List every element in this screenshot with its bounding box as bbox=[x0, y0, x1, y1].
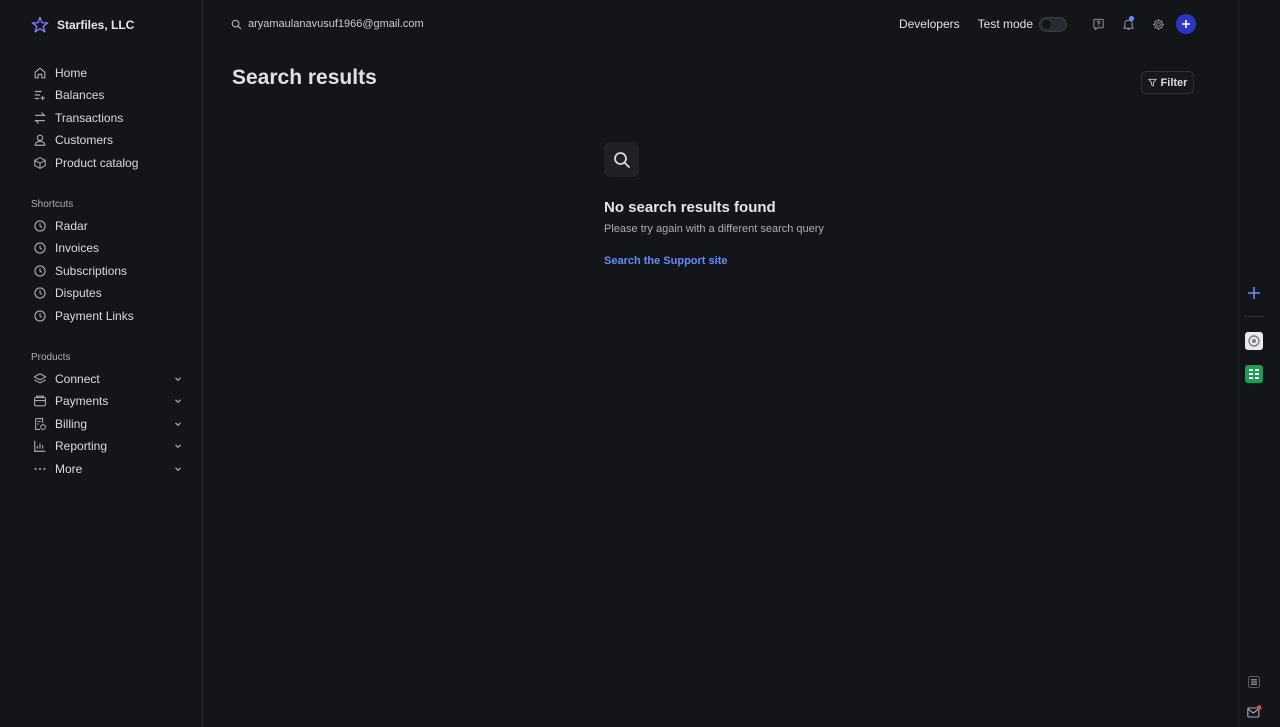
chevron-down-icon bbox=[175, 444, 181, 449]
page-title: Search results bbox=[232, 66, 377, 89]
sidebar-item-label: Invoices bbox=[55, 241, 100, 255]
shortcuts-heading: Shortcuts bbox=[31, 199, 74, 210]
chevron-down-icon bbox=[175, 422, 181, 427]
sidebar-item-label: Balances bbox=[55, 88, 105, 102]
empty-state-title: No search results found bbox=[604, 199, 776, 216]
sidebar-item-label: Product catalog bbox=[55, 156, 139, 170]
sidebar-item-balances[interactable]: Balances bbox=[33, 85, 188, 105]
sidebar-item-disputes[interactable]: Disputes bbox=[33, 283, 188, 303]
account-switcher[interactable]: Starfiles, LLC bbox=[31, 15, 134, 35]
notifications-button[interactable] bbox=[1113, 12, 1143, 36]
app-gear-icon bbox=[1248, 335, 1260, 347]
sidebar-item-reporting[interactable]: Reporting bbox=[33, 436, 188, 456]
test-mode-toggle[interactable] bbox=[1039, 16, 1067, 32]
products-heading: Products bbox=[31, 352, 71, 363]
layers-icon bbox=[33, 372, 47, 386]
sidebar-item-label: Radar bbox=[55, 219, 88, 233]
empty-state-search-icon bbox=[604, 142, 639, 177]
notification-badge bbox=[1129, 16, 1134, 21]
developers-link[interactable]: Developers bbox=[899, 17, 960, 31]
wallet-icon bbox=[33, 394, 47, 408]
search-icon bbox=[231, 19, 242, 29]
sidebar-item-label: More bbox=[55, 462, 83, 476]
sidebar-item-radar[interactable]: Radar bbox=[33, 216, 188, 236]
clock-icon bbox=[33, 309, 47, 323]
right-rail bbox=[1238, 0, 1280, 727]
sidebar-item-label: Customers bbox=[55, 133, 114, 147]
billing-icon bbox=[33, 417, 47, 431]
balances-icon bbox=[33, 88, 47, 102]
rail-divider bbox=[1244, 316, 1264, 317]
sidebar-item-label: Subscriptions bbox=[55, 264, 128, 278]
sidebar-item-product-catalog[interactable]: Product catalog bbox=[33, 153, 188, 173]
sidebar-item-home[interactable]: Home bbox=[33, 63, 188, 83]
settings-button[interactable] bbox=[1143, 12, 1173, 36]
home-icon bbox=[33, 66, 47, 80]
sidebar-item-connect[interactable]: Connect bbox=[33, 369, 188, 389]
bar-chart-icon bbox=[33, 439, 47, 453]
sidebar-item-label: Transactions bbox=[55, 111, 124, 125]
sidebar-item-label: Home bbox=[55, 66, 88, 80]
sidebar-item-label: Disputes bbox=[55, 286, 102, 300]
sidebar-item-label: Reporting bbox=[55, 439, 108, 453]
sidebar-item-payments[interactable]: Payments bbox=[33, 391, 188, 411]
star-logo-icon bbox=[31, 16, 49, 33]
rail-menu-button[interactable] bbox=[1245, 673, 1263, 691]
sidebar-item-transactions[interactable]: Transactions bbox=[33, 108, 188, 128]
search-query: aryamaulanavusuf1966@gmail.com bbox=[248, 18, 424, 30]
help-button[interactable] bbox=[1083, 12, 1113, 36]
search-icon bbox=[613, 151, 630, 168]
sidebar-item-customers[interactable]: Customers bbox=[33, 130, 188, 150]
transactions-icon bbox=[33, 111, 47, 125]
topbar-actions: Developers Test mode bbox=[899, 12, 1196, 36]
gear-icon bbox=[1152, 18, 1164, 30]
search-support-link[interactable]: Search the Support site bbox=[604, 255, 727, 267]
filter-label: Filter bbox=[1160, 76, 1188, 89]
sidebar-item-payment-links[interactable]: Payment Links bbox=[33, 306, 188, 326]
sidebar-item-more[interactable]: More bbox=[33, 459, 188, 479]
spreadsheet-icon bbox=[1249, 369, 1259, 379]
chevron-down-icon bbox=[175, 467, 181, 472]
mail-alert-icon bbox=[1247, 705, 1262, 718]
help-icon bbox=[1092, 18, 1104, 31]
sidebar-item-label: Payments bbox=[55, 394, 109, 408]
clock-icon bbox=[33, 219, 47, 233]
sidebar: Starfiles, LLC Home Balances Transaction… bbox=[0, 0, 203, 727]
clock-icon bbox=[33, 241, 47, 255]
clock-icon bbox=[33, 286, 47, 300]
sidebar-item-label: Connect bbox=[55, 372, 100, 386]
cube-icon bbox=[33, 156, 47, 170]
clock-icon bbox=[33, 264, 47, 278]
sidebar-item-billing[interactable]: Billing bbox=[33, 414, 188, 434]
filter-icon bbox=[1147, 78, 1157, 87]
filter-button[interactable]: Filter bbox=[1141, 71, 1194, 94]
create-button[interactable] bbox=[1176, 14, 1196, 34]
sidebar-item-subscriptions[interactable]: Subscriptions bbox=[33, 261, 188, 281]
customer-icon bbox=[33, 133, 47, 147]
test-mode-label: Test mode bbox=[977, 17, 1033, 31]
menu-icon bbox=[1248, 676, 1260, 688]
search-input[interactable]: aryamaulanavusuf1966@gmail.com bbox=[231, 15, 424, 33]
sidebar-item-label: Payment Links bbox=[55, 309, 134, 323]
chevron-down-icon bbox=[175, 399, 181, 404]
more-icon bbox=[33, 462, 47, 476]
rail-add-button[interactable] bbox=[1245, 284, 1263, 302]
chevron-down-icon bbox=[175, 377, 181, 382]
sidebar-item-invoices[interactable]: Invoices bbox=[33, 238, 188, 258]
rail-sheets-button[interactable] bbox=[1245, 365, 1263, 383]
rail-feedback-button[interactable] bbox=[1245, 703, 1263, 721]
empty-state-subtitle: Please try again with a different search… bbox=[604, 223, 824, 235]
rail-app-button[interactable] bbox=[1245, 332, 1263, 350]
account-name: Starfiles, LLC bbox=[57, 18, 135, 32]
plus-icon bbox=[1248, 287, 1260, 299]
sidebar-item-label: Billing bbox=[55, 417, 88, 431]
plus-icon bbox=[1182, 20, 1190, 28]
